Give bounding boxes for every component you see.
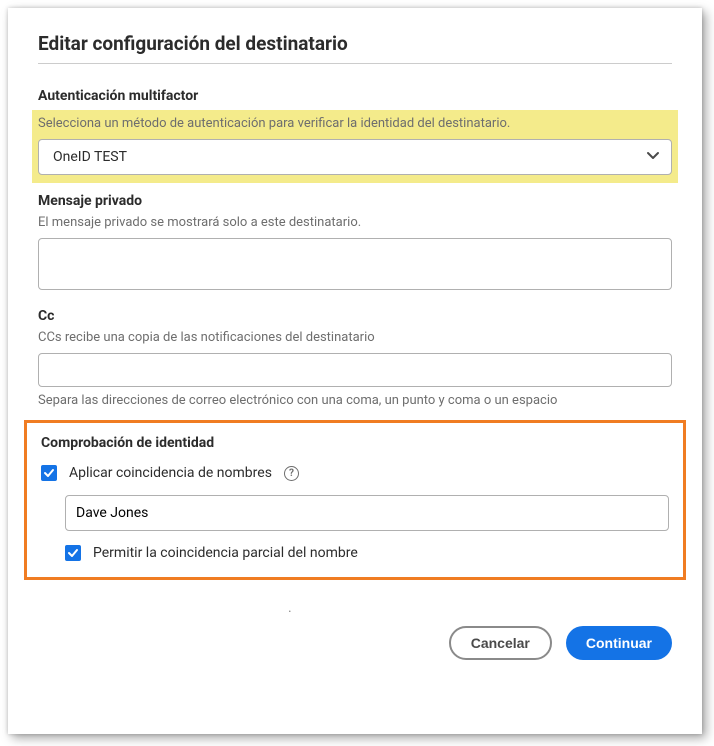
private-message-helper: El mensaje privado se mostrará solo a es… — [38, 215, 672, 230]
name-match-input[interactable] — [65, 495, 669, 531]
continue-button[interactable]: Continuar — [566, 626, 672, 660]
private-message-textarea[interactable] — [38, 238, 672, 290]
private-message-label: Mensaje privado — [38, 193, 672, 209]
cc-input[interactable] — [38, 353, 672, 387]
cc-footer-helper: Separa las direcciones de correo electró… — [38, 393, 672, 408]
mfa-select-wrap: OneID TEST — [38, 139, 672, 175]
mfa-select-value: OneID TEST — [53, 149, 127, 165]
info-icon[interactable]: ? — [284, 466, 299, 481]
mfa-select[interactable]: OneID TEST — [38, 139, 672, 175]
identity-check-box: Comprobación de identidad Aplicar coinci… — [24, 420, 686, 580]
identity-label: Comprobación de identidad — [41, 435, 669, 451]
dialog-title: Editar configuración del destinatario — [38, 32, 672, 55]
dialog-footer: Cancelar Continuar — [38, 626, 672, 660]
cc-label: Cc — [38, 308, 672, 324]
edit-recipient-settings-dialog: Editar configuración del destinatario Au… — [8, 8, 702, 734]
divider — [38, 63, 672, 64]
enforce-name-match-row: Aplicar coincidencia de nombres ? — [41, 465, 669, 481]
mfa-label: Autenticación multifactor — [38, 88, 672, 104]
cancel-button[interactable]: Cancelar — [449, 626, 552, 660]
cc-helper: CCs recibe una copia de las notificacion… — [38, 330, 672, 345]
allow-partial-checkbox[interactable] — [65, 545, 81, 561]
allow-partial-row: Permitir la coincidencia parcial del nom… — [65, 545, 669, 561]
enforce-name-match-checkbox[interactable] — [41, 465, 57, 481]
mfa-highlight: Selecciona un método de autenticación pa… — [32, 110, 678, 183]
mfa-helper: Selecciona un método de autenticación pa… — [38, 116, 672, 131]
dot-text: . — [288, 600, 292, 616]
allow-partial-label: Permitir la coincidencia parcial del nom… — [93, 545, 358, 561]
enforce-name-match-label: Aplicar coincidencia de nombres — [69, 465, 272, 481]
